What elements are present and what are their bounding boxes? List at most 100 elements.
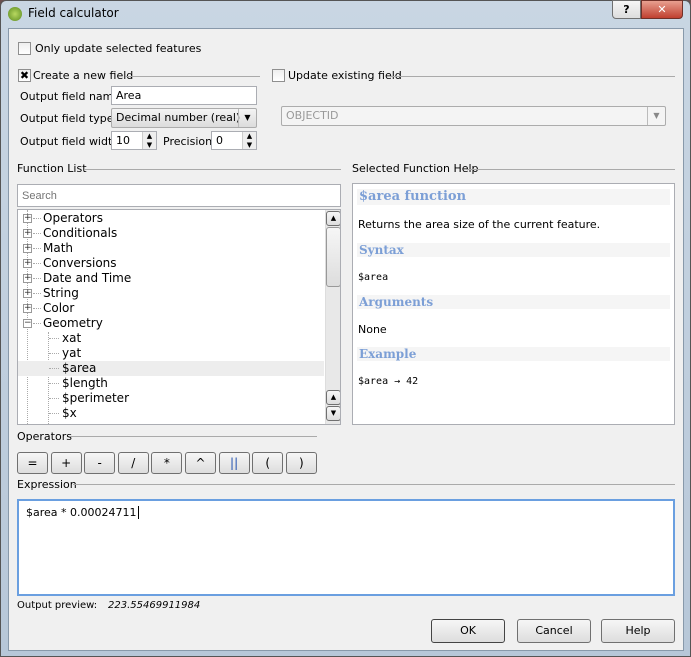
example-text: $area → 42 [358, 376, 419, 387]
precision-value: 0 [216, 134, 223, 147]
divider [84, 169, 341, 170]
tree-connector [33, 308, 41, 309]
expand-icon[interactable]: + [23, 274, 32, 283]
precision-spinbox[interactable]: 0 ▲ ▼ [211, 131, 257, 150]
divider [73, 484, 675, 485]
tree-connector [33, 323, 41, 324]
precision-label: Precision [163, 135, 213, 148]
field-width-label: Output field width [20, 135, 120, 148]
scroll-up-button[interactable]: ▲ [326, 211, 340, 226]
tree-item[interactable]: $length [62, 376, 108, 391]
only-selected-label: Only update selected features [35, 42, 202, 55]
tree-connector [49, 398, 59, 399]
expand-icon[interactable]: + [23, 244, 32, 253]
window-title: Field calculator [28, 6, 119, 20]
update-field-checkbox[interactable] [272, 69, 285, 82]
tree-group[interactable]: String [43, 286, 79, 301]
tree-group[interactable]: Math [43, 241, 73, 256]
chevron-down-icon: ▼ [238, 109, 256, 127]
syntax-text: $area [358, 272, 389, 283]
app-icon [8, 7, 22, 21]
tree-connector [33, 233, 41, 234]
tree-item[interactable]: yat [62, 346, 81, 361]
field-name-input[interactable]: Area [111, 86, 257, 105]
expand-icon[interactable]: + [23, 229, 32, 238]
divider [125, 76, 260, 77]
tree-connector [49, 368, 59, 369]
create-field-checkbox[interactable]: ✖ [18, 69, 31, 82]
operator-button[interactable]: || [218, 452, 250, 474]
tree-group[interactable]: Conditionals [43, 226, 117, 241]
existing-field-value: OBJECTID [286, 109, 339, 122]
expression-text: $area * 0.00024711 [26, 506, 137, 519]
operator-button[interactable]: - [84, 452, 116, 474]
tree-scrollbar[interactable]: ▲ ▲ ▼ [325, 210, 340, 424]
divider [390, 76, 675, 77]
expand-icon[interactable]: + [23, 304, 32, 313]
update-field-label: Update existing field [288, 69, 402, 82]
existing-field-select[interactable]: OBJECTID ▼ [281, 106, 666, 126]
tree-group[interactable]: Operators [43, 211, 103, 226]
arguments-heading: Arguments [357, 295, 670, 309]
tree-group[interactable]: Color [43, 301, 74, 316]
help-button[interactable]: Help [601, 619, 675, 643]
tree-connector [49, 338, 59, 339]
help-title: $area function [357, 189, 670, 205]
ok-button[interactable]: OK [431, 619, 505, 643]
expand-icon[interactable]: + [23, 214, 32, 223]
field-name-label: Output field name [20, 90, 121, 103]
tree-connector [33, 278, 41, 279]
tree-connector [33, 263, 41, 264]
tree-item[interactable]: $area [62, 361, 96, 376]
field-width-spinbox[interactable]: 10 ▲ ▼ [111, 131, 157, 150]
close-button[interactable]: ✕ [641, 0, 683, 19]
arguments-text: None [358, 323, 387, 336]
expand-icon[interactable]: + [23, 289, 32, 298]
field-type-select[interactable]: Decimal number (real) ▼ [111, 108, 257, 128]
expand-icon[interactable]: + [23, 259, 32, 268]
tree-connector [33, 218, 41, 219]
expression-editor[interactable]: $area * 0.00024711​ [17, 499, 675, 596]
tree-connector [33, 293, 41, 294]
tree-item[interactable]: xat [62, 331, 81, 346]
create-field-label: Create a new field [33, 69, 134, 82]
help-title-button[interactable]: ? [612, 0, 641, 19]
spin-arrows-icon[interactable]: ▲ ▼ [242, 132, 256, 149]
tree-connector [49, 383, 59, 384]
help-description: Returns the area size of the current fea… [358, 218, 601, 231]
operator-button[interactable]: * [151, 452, 183, 474]
operator-button[interactable]: = [17, 452, 48, 474]
only-selected-checkbox[interactable] [18, 42, 31, 55]
operator-button[interactable]: ( [252, 452, 284, 474]
function-help-label: Selected Function Help [352, 162, 479, 175]
spin-arrows-icon[interactable]: ▲ ▼ [142, 132, 156, 149]
function-tree[interactable]: + Operators + Conditionals + Math + Conversions… [17, 209, 341, 425]
search-input[interactable] [17, 184, 341, 207]
expression-label: Expression [17, 478, 77, 491]
operator-button[interactable]: ) [285, 452, 317, 474]
scroll-down-button[interactable]: ▼ [326, 406, 340, 421]
tree-connector [33, 248, 41, 249]
field-width-value: 10 [116, 134, 130, 147]
field-type-label: Output field type [20, 112, 114, 125]
operator-button[interactable]: + [50, 452, 82, 474]
scroll-thumb[interactable] [326, 227, 340, 287]
tree-group[interactable]: Date and Time [43, 271, 131, 286]
collapse-icon[interactable]: − [23, 319, 32, 328]
cancel-button[interactable]: Cancel [517, 619, 591, 643]
scroll-up-button[interactable]: ▲ [326, 390, 340, 405]
operator-button[interactable]: ^ [185, 452, 216, 474]
tree-connector [49, 353, 59, 354]
tree-group[interactable]: Geometry [43, 316, 103, 331]
operator-button[interactable]: / [117, 452, 149, 474]
output-preview-label: Output preview: [17, 600, 98, 611]
example-heading: Example [357, 347, 670, 361]
tree-guide [48, 332, 49, 424]
tree-item[interactable]: $x [62, 406, 77, 421]
field-type-value: Decimal number (real) [116, 111, 241, 124]
text-cursor: ​ [137, 506, 139, 519]
divider [466, 169, 675, 170]
tree-group[interactable]: Conversions [43, 256, 117, 271]
tree-item[interactable]: $perimeter [62, 391, 129, 406]
syntax-heading: Syntax [357, 243, 670, 257]
